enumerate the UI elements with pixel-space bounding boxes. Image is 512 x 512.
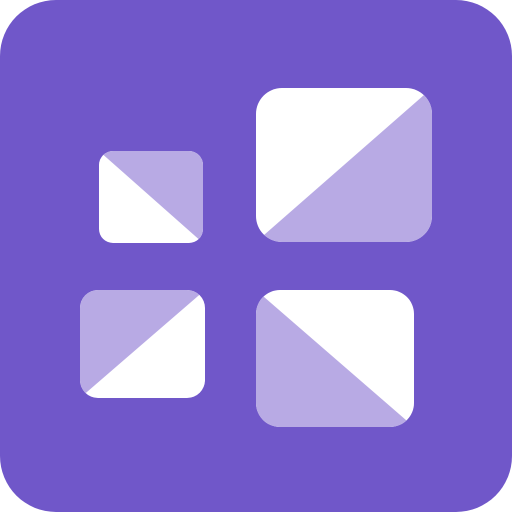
tile-bottom-left (80, 290, 205, 398)
icon-background (0, 0, 512, 512)
tile-bottom-right (256, 290, 414, 427)
tile-top-right-large (256, 88, 432, 242)
app-icon (0, 0, 512, 512)
tile-top-left-small (99, 151, 203, 243)
